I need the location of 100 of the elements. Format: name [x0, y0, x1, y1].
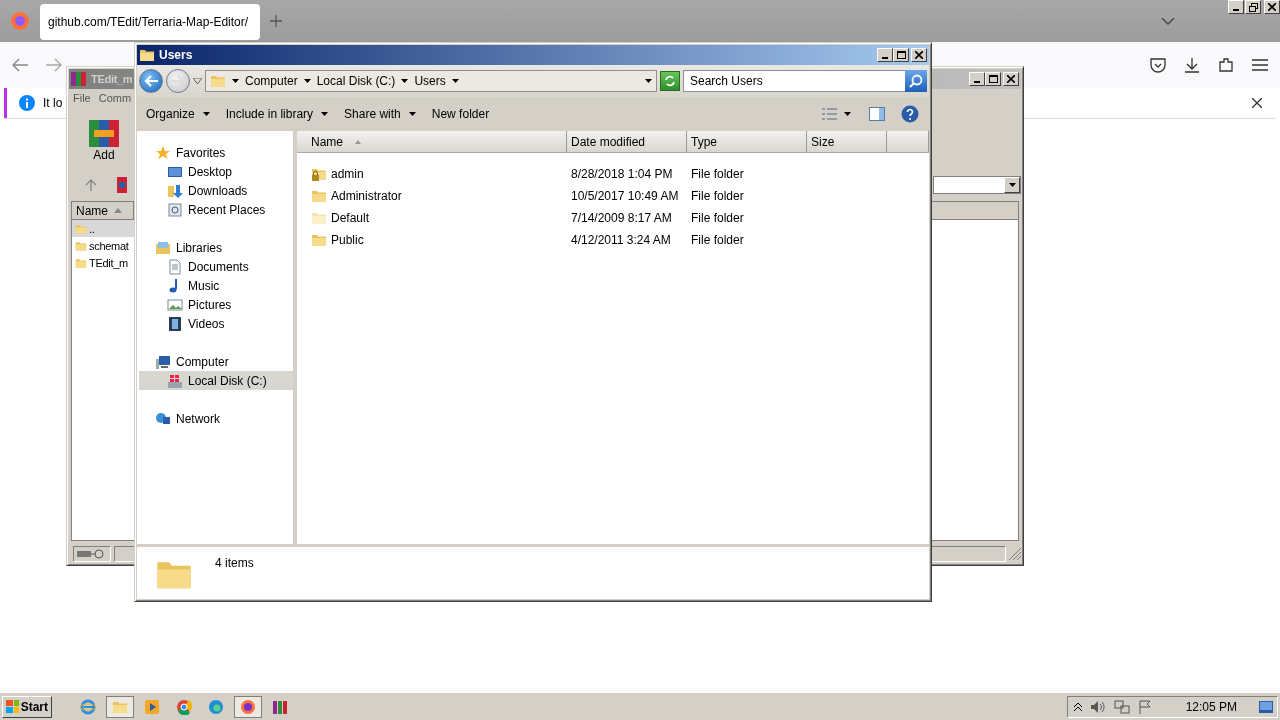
nav-item[interactable]: Favorites [139, 143, 293, 162]
back-button[interactable] [139, 69, 163, 93]
caret-icon [321, 112, 329, 116]
windows-logo-icon [6, 699, 19, 714]
archive-books-icon[interactable] [272, 698, 288, 715]
caret-icon [202, 112, 210, 116]
date-cell-text: 7/14/2009 8:17 AM [570, 211, 673, 225]
nav-item[interactable]: Videos [139, 314, 293, 333]
back-arrow-icon[interactable] [12, 58, 28, 72]
firefox-icon[interactable] [240, 698, 256, 715]
search-button[interactable] [905, 70, 927, 92]
column-header[interactable]: Type [687, 131, 807, 152]
nav-item[interactable]: Network [139, 409, 293, 428]
nav-item[interactable]: Computer [139, 352, 293, 371]
start-button[interactable]: Start [2, 695, 52, 718]
close-button[interactable] [911, 48, 927, 62]
media-player-icon[interactable] [144, 698, 160, 715]
type-cell-text: File folder [690, 167, 745, 181]
sort-arrow-icon [114, 208, 122, 213]
search-field[interactable]: Search Users [683, 70, 905, 92]
command-button[interactable]: Share with [339, 107, 421, 121]
command-button[interactable]: New folder [426, 107, 495, 121]
chrome-icon[interactable] [176, 698, 192, 715]
window-title: TEdit_m [91, 73, 133, 85]
taskbar-button[interactable] [234, 695, 262, 718]
command-button[interactable]: Organize [141, 107, 215, 121]
resize-grip-icon[interactable] [1009, 548, 1021, 560]
document-icon [167, 258, 183, 275]
close-icon[interactable] [1252, 98, 1262, 108]
file-name: admin [331, 167, 364, 181]
archive-books-icon [71, 71, 87, 87]
maximize-button[interactable] [893, 48, 909, 62]
download-icon[interactable] [1184, 57, 1200, 73]
drive-icon [77, 549, 107, 559]
breadcrumb-item[interactable]: Users [414, 74, 459, 88]
column-header[interactable]: Date modified [567, 131, 687, 152]
clock[interactable]: 12:05 PM [1185, 699, 1237, 714]
menu-icon[interactable] [1252, 59, 1268, 71]
path-dropdown[interactable] [933, 176, 1021, 194]
file-name: Administrator [331, 189, 402, 203]
browser-tab[interactable]: github.com/TEdit/Terraria-Map-Editor/ [40, 4, 260, 40]
preview-pane-icon[interactable] [869, 106, 885, 122]
file-row[interactable]: admin 8/28/2018 1:04 PM File folder [297, 163, 929, 185]
caret-icon [232, 79, 239, 83]
file-row[interactable]: Default 7/14/2009 8:17 AM File folder [297, 207, 929, 229]
list-row[interactable]: TEdit_m [72, 254, 134, 271]
show-desktop-icon[interactable] [1259, 700, 1273, 713]
caret-icon [451, 79, 459, 83]
help-icon[interactable] [901, 105, 919, 123]
menu-item[interactable]: File [69, 92, 95, 104]
download-folder-icon [167, 182, 183, 199]
close-icon [1007, 75, 1015, 83]
address-bar[interactable]: Computer Local Disk (C:) Users [205, 70, 657, 92]
nav-item[interactable]: Downloads [139, 181, 293, 200]
minimize-button[interactable] [969, 72, 985, 86]
list-row[interactable]: .. [72, 220, 134, 237]
minimize-button[interactable] [1228, 0, 1244, 14]
folder-icon [210, 73, 226, 89]
close-button[interactable] [1003, 72, 1019, 86]
puzzle-icon[interactable] [1218, 57, 1234, 73]
restore-button[interactable] [1245, 0, 1261, 14]
nav-item[interactable]: Libraries [139, 238, 293, 257]
window-title: Users [159, 48, 193, 62]
caret-icon [645, 79, 652, 83]
caret-icon [1008, 183, 1016, 187]
nav-item[interactable]: Pictures [139, 295, 293, 314]
menu-item[interactable]: Comm [94, 92, 136, 104]
nav-item[interactable]: Recent Places [139, 200, 293, 219]
item-count: 4 items [215, 556, 254, 570]
history-caret-icon[interactable] [193, 78, 202, 84]
file-row[interactable]: Public 4/12/2011 3:24 AM File folder [297, 229, 929, 251]
list-row[interactable]: schemat [72, 237, 134, 254]
nav-item[interactable]: Documents [139, 257, 293, 276]
pocket-icon[interactable] [1150, 57, 1166, 73]
nav-item[interactable]: Local Disk (C:) [139, 371, 293, 390]
network-icon[interactable] [1113, 699, 1130, 714]
file-row[interactable]: Administrator 10/5/2017 10:49 AM File folder [297, 185, 929, 207]
column-header[interactable]: Name [297, 131, 567, 152]
nav-item[interactable]: Music [139, 276, 293, 295]
taskbar-button[interactable] [106, 695, 134, 718]
forward-button[interactable] [166, 69, 190, 93]
breadcrumb-item[interactable]: Local Disk (C:) [316, 74, 409, 88]
add-button[interactable]: Add [75, 114, 133, 166]
notification-text: It lo [43, 96, 63, 110]
chevron-down-icon[interactable] [1162, 17, 1174, 25]
speaker-icon[interactable] [1089, 699, 1106, 714]
drive-icon [167, 372, 183, 389]
column-header[interactable]: Size [807, 131, 887, 152]
maximize-button[interactable] [985, 72, 1001, 86]
flag-icon[interactable] [1137, 699, 1152, 714]
close-button[interactable] [1264, 0, 1280, 14]
search-icon [909, 74, 923, 88]
new-tab-icon[interactable] [270, 15, 282, 27]
refresh-button[interactable] [660, 71, 680, 91]
type-cell-text: File folder [690, 233, 745, 247]
command-button[interactable]: Include in library [220, 107, 334, 121]
chevron-up-icon[interactable] [1073, 701, 1082, 712]
nav-item[interactable]: Desktop [139, 162, 293, 181]
breadcrumb-item[interactable]: Computer [245, 74, 311, 88]
minimize-button[interactable] [877, 48, 893, 62]
